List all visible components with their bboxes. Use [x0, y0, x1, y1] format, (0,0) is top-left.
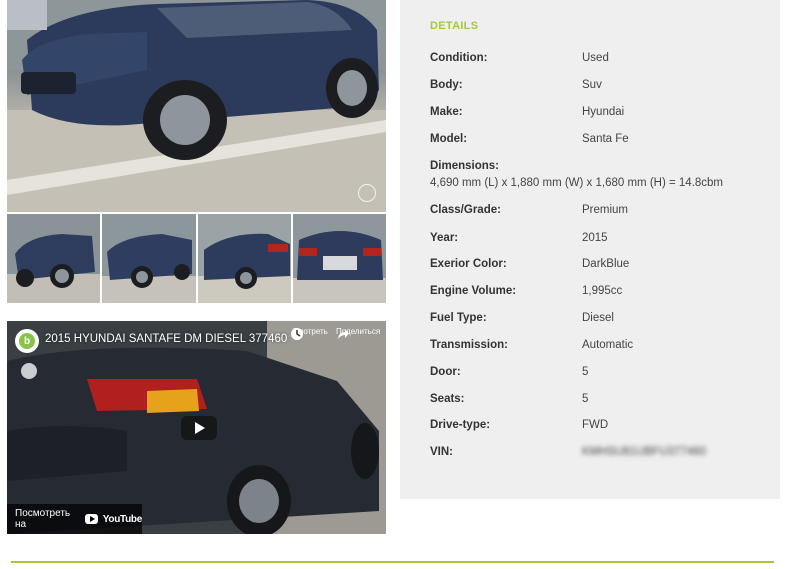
- detail-label: VIN:: [430, 446, 453, 458]
- detail-value: 5: [582, 393, 589, 405]
- detail-label: Model:: [430, 133, 468, 145]
- detail-label: Body:: [430, 79, 463, 91]
- detail-value: Used: [582, 52, 609, 64]
- zoom-icon[interactable]: [358, 184, 376, 202]
- youtube-label: YouTube: [102, 513, 143, 525]
- detail-label: Class/Grade:: [430, 204, 501, 216]
- vin-value: KMHSU81UBFU377460: [582, 446, 707, 458]
- detail-label: Dimensions:: [430, 160, 500, 172]
- detail-value: 1,995cc: [582, 285, 623, 297]
- video-player[interactable]: b 2015 HYUNDAI SANTAFE DM DIESEL 377460 …: [7, 321, 386, 534]
- watch-on-youtube-button[interactable]: Посмотреть на YouTube: [7, 504, 142, 534]
- detail-label: Engine Volume:: [430, 285, 517, 297]
- thumbnail-2[interactable]: [102, 214, 196, 303]
- share-button[interactable]: Поделиться: [336, 327, 380, 339]
- play-button[interactable]: [181, 416, 217, 440]
- detail-label: Fuel Type:: [430, 312, 487, 324]
- detail-value: Hyundai: [582, 106, 625, 118]
- detail-label: Transmission:: [430, 339, 508, 351]
- detail-value: Premium: [582, 204, 629, 216]
- detail-label: Year:: [430, 232, 459, 244]
- thumbnail-4[interactable]: [292, 214, 386, 303]
- thumbnail-1[interactable]: [7, 214, 101, 303]
- detail-label: Condition:: [430, 52, 488, 64]
- channel-logo[interactable]: b: [15, 329, 39, 353]
- detail-label: Door:: [430, 366, 461, 378]
- detail-label: Seats:: [430, 393, 465, 405]
- detail-value: 5: [582, 366, 589, 378]
- main-car-photo[interactable]: [7, 0, 386, 212]
- section-divider: [11, 561, 774, 563]
- detail-value: DarkBlue: [582, 258, 630, 270]
- clock-icon: [291, 328, 303, 340]
- video-title[interactable]: 2015 HYUNDAI SANTAFE DM DIESEL 377460: [45, 333, 287, 345]
- channel-logo-letter: b: [19, 333, 35, 349]
- detail-value: Automatic: [582, 339, 634, 351]
- details-panel: DETAILS Condition: Used Body: Suv Make: …: [400, 0, 780, 499]
- thumbnail-strip: [7, 214, 386, 303]
- share-icon: [338, 329, 349, 339]
- detail-value: FWD: [582, 419, 609, 431]
- watch-later-button[interactable]: Смотреть: [290, 327, 330, 340]
- thumbnail-3[interactable]: [197, 214, 291, 303]
- details-heading: DETAILS: [430, 20, 479, 32]
- detail-label: Make:: [430, 106, 463, 118]
- detail-label: Exerior Color:: [430, 258, 507, 270]
- detail-value: Santa Fe: [582, 133, 629, 145]
- detail-value: 4,690 mm (L) x 1,880 mm (W) x 1,680 mm (…: [430, 177, 724, 189]
- detail-value: 2015: [582, 232, 608, 244]
- detail-value: Suv: [582, 79, 602, 91]
- detail-value: Diesel: [582, 312, 614, 324]
- youtube-icon: [84, 514, 98, 524]
- watch-on-label: Посмотреть на: [15, 508, 71, 530]
- detail-label: Drive-type:: [430, 419, 491, 431]
